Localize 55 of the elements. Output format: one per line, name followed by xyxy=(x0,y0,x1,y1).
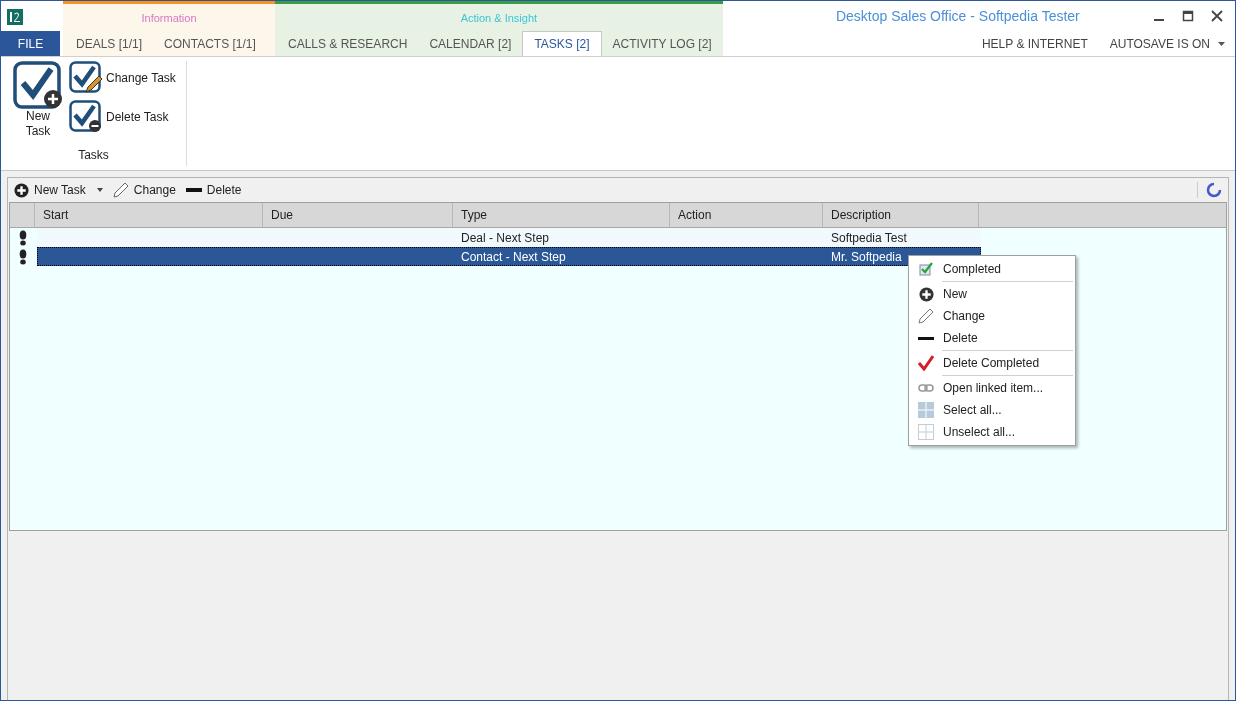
plus-icon xyxy=(14,182,29,198)
caret-icon[interactable] xyxy=(96,188,103,192)
chain-link-icon xyxy=(918,384,934,392)
ribbon-tab[interactable]: ACTIVITY LOG [2] xyxy=(601,31,723,56)
table-cell: Mr. Softpedia xyxy=(831,249,902,264)
toolbar-button[interactable]: Delete xyxy=(185,183,242,197)
pencil-icon xyxy=(918,308,934,324)
ribbon-button[interactable]: Delete Task xyxy=(69,100,176,133)
task-edit-icon xyxy=(69,61,102,94)
window-title: Desktop Sales Office - Softpedia Tester xyxy=(834,8,1081,24)
toolbar-button[interactable]: Change xyxy=(112,182,176,198)
table-cell: Softpedia Test xyxy=(831,230,907,245)
ribbon-group-label: Tasks xyxy=(78,148,109,162)
tab-group-label: Action & Insight xyxy=(460,11,538,24)
minus-icon xyxy=(918,336,934,340)
column-header[interactable]: Description xyxy=(823,203,979,227)
grid-icon xyxy=(918,402,934,418)
caret-icon[interactable] xyxy=(1218,41,1225,46)
ribbon-tab[interactable]: CONTACTS [1/1] xyxy=(153,31,267,56)
pencil-icon xyxy=(112,182,129,198)
menu-item[interactable]: Change xyxy=(909,305,1075,327)
refresh-icon[interactable] xyxy=(1206,182,1222,198)
ribbon-tab[interactable]: TASKS [2] xyxy=(522,31,602,56)
table-row[interactable]: Deal - Next Step Softpedia Test xyxy=(37,228,981,247)
plus-icon xyxy=(918,286,934,302)
close-icon[interactable] xyxy=(1211,10,1223,22)
task-remove-icon xyxy=(69,100,102,133)
ribbon-tab[interactable]: CALLS & RESEARCH xyxy=(277,31,419,56)
maximize-icon[interactable] xyxy=(1182,10,1194,22)
menu-link[interactable]: HELP & INTERNET xyxy=(981,36,1088,51)
table-cell: Contact - Next Step xyxy=(461,249,566,264)
column-header[interactable]: Due xyxy=(263,203,453,227)
menu-item[interactable]: Select all... xyxy=(909,399,1075,421)
grid-icon xyxy=(918,424,934,440)
new-task-button[interactable]: New Task xyxy=(13,61,63,139)
footprint-icon xyxy=(19,248,27,265)
checkmark-icon xyxy=(918,355,934,371)
toolbar-button[interactable]: New Task xyxy=(14,182,103,198)
file-tab[interactable]: FILE xyxy=(1,31,60,56)
minus-icon xyxy=(185,188,202,192)
app-logo-icon xyxy=(7,9,23,25)
column-header[interactable]: Type xyxy=(453,203,670,227)
table-cell: Deal - Next Step xyxy=(461,230,550,245)
checkbox-icon xyxy=(919,262,933,276)
ribbon-tab[interactable]: DEALS [1/1] xyxy=(65,31,154,56)
column-header[interactable]: Start xyxy=(35,203,263,227)
menu-link[interactable]: AUTOSAVE IS ON xyxy=(1109,36,1225,51)
menu-item[interactable]: Unselect all... xyxy=(909,421,1075,443)
tab-group-label: Information xyxy=(141,11,197,24)
ribbon-tab[interactable]: CALENDAR [2] xyxy=(418,31,523,56)
column-header[interactable]: Action xyxy=(670,203,823,227)
ribbon-button[interactable]: Change Task xyxy=(69,61,176,94)
footprint-icon xyxy=(19,229,27,246)
task-add-icon xyxy=(13,61,63,109)
menu-item[interactable]: Delete xyxy=(909,327,1075,349)
